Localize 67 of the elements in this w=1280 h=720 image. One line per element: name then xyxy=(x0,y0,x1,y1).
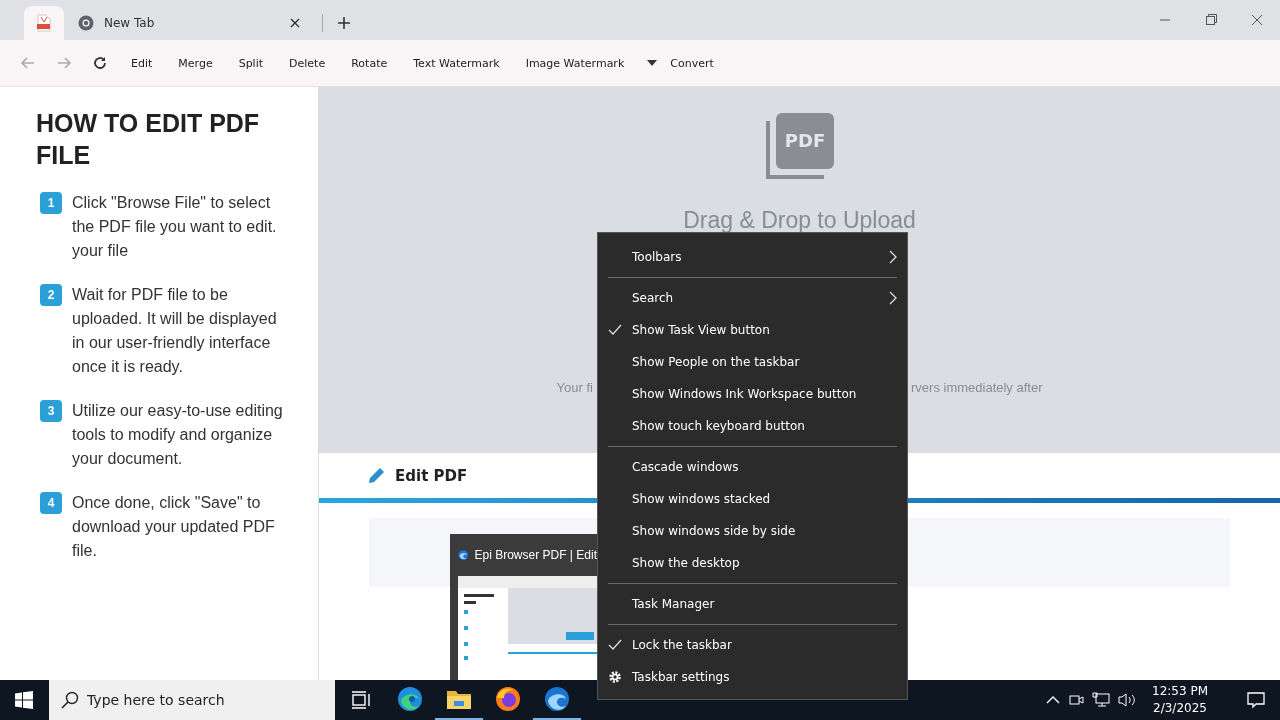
new-tab-button[interactable] xyxy=(335,14,353,32)
browser-icon xyxy=(544,686,570,712)
checkmark-icon xyxy=(608,639,622,651)
reload-icon xyxy=(92,55,108,71)
camera-icon[interactable] xyxy=(1068,692,1084,708)
browser-icon xyxy=(397,686,423,712)
volume-icon[interactable] xyxy=(1118,692,1136,708)
chevron-up-icon[interactable] xyxy=(1046,696,1060,704)
context-menu-item[interactable]: Show windows stacked xyxy=(608,483,897,515)
browser-icon xyxy=(78,15,94,31)
context-menu-item[interactable]: Show the desktop xyxy=(608,547,897,579)
toolbar-menu-item[interactable]: Delete xyxy=(276,50,339,76)
step-text: Wait for PDF file to be uploaded. It will be displayed in our user-friendly interface once it is ready. xyxy=(72,285,278,377)
upload-heading: Drag & Drop to Upload xyxy=(683,207,916,234)
step-text: Click "Browse File" to select the PDF file you want to edit. your file xyxy=(72,193,278,261)
pencil-icon xyxy=(367,466,385,485)
clock-time[interactable]: 12:53 PM xyxy=(1152,683,1208,700)
plus-icon xyxy=(337,16,351,30)
chevron-right-icon xyxy=(889,291,897,305)
step-number: 2 xyxy=(40,284,62,306)
caret-icon[interactable] xyxy=(647,60,658,66)
clock-date[interactable]: 2/3/2025 xyxy=(1153,700,1207,717)
toolbar-menu-item[interactable]: Merge xyxy=(165,50,226,76)
browser-tab[interactable]: New Tab xyxy=(64,6,314,40)
context-menu-item[interactable]: Taskbar settings xyxy=(608,661,897,693)
toolbar-menu-item[interactable]: Convert xyxy=(657,50,727,76)
context-menu-item[interactable]: Search xyxy=(608,282,897,314)
context-menu-item[interactable]: Cascade windows xyxy=(608,451,897,483)
toolbar-menu-item[interactable]: Image Watermark xyxy=(512,50,638,76)
context-menu-item[interactable]: Toolbars xyxy=(608,241,897,273)
step-number: 3 xyxy=(40,400,62,422)
window-preview[interactable]: Epi Browser PDF | Edit xyxy=(450,534,597,680)
context-menu-item[interactable]: Show touch keyboard button xyxy=(608,410,897,442)
context-menu-item[interactable]: Show Task View button xyxy=(608,314,897,346)
chevron-right-icon xyxy=(889,250,897,264)
network-icon[interactable] xyxy=(1092,692,1110,708)
context-menu-item[interactable]: Show windows side by side xyxy=(608,515,897,547)
step-text: Once done, click "Save" to download your updated PDF file. xyxy=(72,493,276,561)
toolbar-menu-item[interactable]: Rotate xyxy=(338,50,401,76)
privacy-note: Your fi xyxy=(556,380,593,395)
step-text: Utilize our easy-to-use editing tools to modify and organize your document. xyxy=(72,401,284,469)
task-view-icon xyxy=(351,691,371,709)
guide-title: HOW TO EDIT PDF FILE xyxy=(36,108,261,171)
step-number: 1 xyxy=(40,192,62,214)
folder-icon xyxy=(446,688,472,710)
firefox-icon xyxy=(495,686,521,712)
pdf-file-icon xyxy=(36,14,52,32)
browser-tab[interactable] xyxy=(24,6,64,40)
context-menu-item[interactable]: Show Windows Ink Workspace button xyxy=(608,378,897,410)
settings-icon xyxy=(608,670,622,684)
toolbar-menu-item[interactable]: Split xyxy=(225,50,277,76)
toolbar-menu-item[interactable]: Text Watermark xyxy=(400,50,513,76)
search-field[interactable]: Type here to search xyxy=(49,680,335,720)
editor-title: Edit PDF xyxy=(395,466,468,485)
toolbar-menu-item[interactable]: Edit xyxy=(118,50,166,76)
close-icon[interactable] xyxy=(290,18,300,28)
context-menu-item[interactable]: Lock the taskbar xyxy=(608,629,897,661)
step-number: 4 xyxy=(40,492,62,514)
context-menu-item[interactable]: Show People on the taskbar xyxy=(608,346,897,378)
forward-icon xyxy=(56,55,72,71)
speech-bubble-icon xyxy=(1247,691,1265,709)
windows-logo-icon xyxy=(15,691,33,709)
back-icon xyxy=(20,55,36,71)
context-menu-item[interactable]: Task Manager xyxy=(608,588,897,620)
preview-title: Epi Browser PDF | Edit xyxy=(474,548,597,562)
checkmark-icon xyxy=(608,324,622,336)
privacy-note: rvers immediately after xyxy=(911,380,1043,395)
